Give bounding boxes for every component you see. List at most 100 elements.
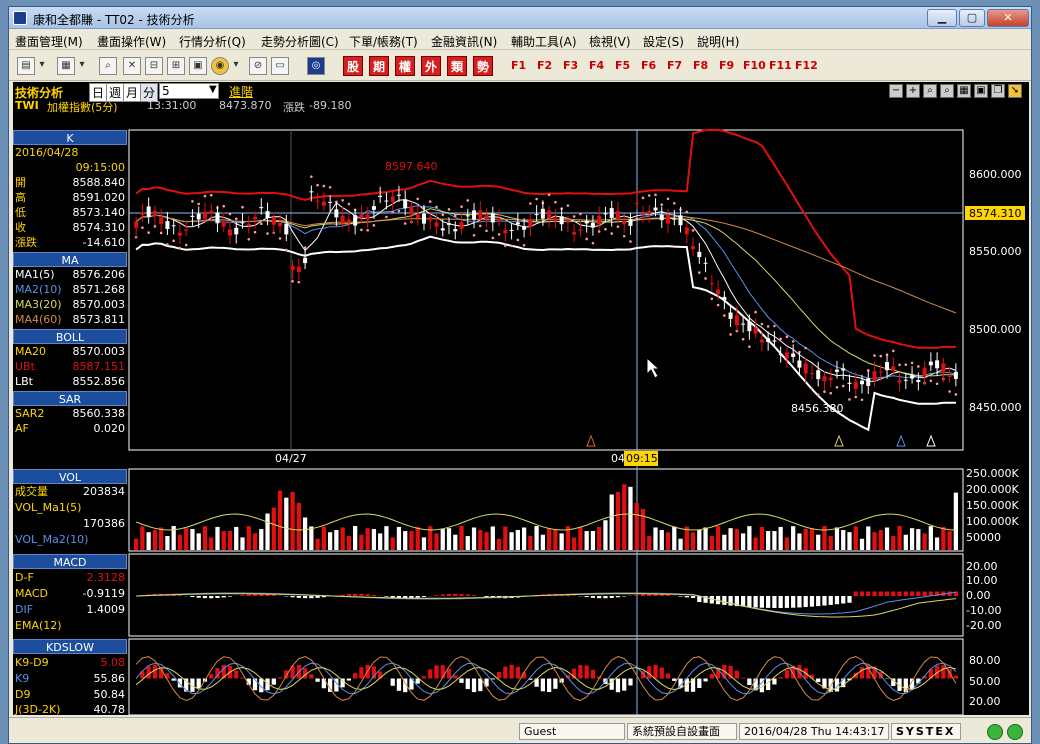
f11-key[interactable]: F11 xyxy=(769,59,792,72)
globe-icon[interactable]: ◉ xyxy=(211,57,229,75)
search-icon[interactable]: ⌕ xyxy=(99,57,117,75)
foreign-button[interactable]: 外 xyxy=(421,56,441,76)
dropdown-arrow-icon[interactable]: ▾ xyxy=(37,57,47,75)
volume-bar xyxy=(384,526,389,550)
volume-bar xyxy=(828,536,833,550)
close-button[interactable]: ✕ xyxy=(987,9,1029,27)
kd-bar xyxy=(740,677,746,679)
menu-screen-manage[interactable]: 畫面管理(M) xyxy=(15,33,83,50)
volume-bar xyxy=(159,527,164,550)
menu-order-account[interactable]: 下單/帳務(T) xyxy=(349,33,418,50)
menu-screen-operate[interactable]: 畫面操作(W) xyxy=(97,33,166,50)
macd-tick-10: 10.00 xyxy=(966,574,998,587)
menu-tools[interactable]: 輔助工具(A) xyxy=(511,33,577,50)
chart-area: 技術分析 日 週 月 分 5 ▼ 進階 TWI 加權指數(5分) 13:31:0… xyxy=(13,82,1029,716)
link-icon[interactable]: ⊘ xyxy=(249,57,267,75)
sar-dot xyxy=(566,204,570,207)
dropdown-arrow-icon[interactable]: ▾ xyxy=(77,57,87,75)
candle xyxy=(390,196,395,202)
candle xyxy=(609,208,614,219)
macd-bar xyxy=(859,591,865,596)
volume-bar xyxy=(584,531,589,550)
candle xyxy=(227,229,232,236)
candle xyxy=(891,366,896,371)
maximize-button[interactable]: ▢ xyxy=(959,9,985,27)
print-icon[interactable]: ▦ xyxy=(57,57,75,75)
dropdown-arrow-icon[interactable]: ▾ xyxy=(231,57,241,75)
volume-bar xyxy=(559,533,564,550)
candle xyxy=(816,370,821,380)
volume-bar xyxy=(734,529,739,550)
split-icon[interactable]: ⊞ xyxy=(167,57,185,75)
kd-bar xyxy=(209,674,214,679)
f8-key[interactable]: F8 xyxy=(693,59,708,72)
sar-dot xyxy=(322,184,326,188)
volume-bar xyxy=(728,528,733,550)
kd-bar xyxy=(152,664,158,679)
sar-dot xyxy=(485,229,488,233)
f7-key[interactable]: F7 xyxy=(667,59,682,72)
menu-view[interactable]: 檢視(V) xyxy=(589,33,631,50)
macd-bar xyxy=(909,591,915,596)
candle xyxy=(321,201,326,206)
sar-dot xyxy=(723,314,726,317)
candle xyxy=(741,323,746,325)
f5-key[interactable]: F5 xyxy=(615,59,630,72)
candle xyxy=(309,191,314,193)
f9-key[interactable]: F9 xyxy=(719,59,734,72)
candle xyxy=(547,210,552,219)
f2-key[interactable]: F2 xyxy=(537,59,552,72)
f6-key[interactable]: F6 xyxy=(641,59,656,72)
macd-bar xyxy=(371,594,377,596)
candle xyxy=(640,213,645,215)
candle xyxy=(303,257,308,264)
sar-dot xyxy=(698,271,701,274)
trend-button[interactable]: 勢 xyxy=(473,56,493,76)
sar-dot xyxy=(172,239,175,243)
f3-key[interactable]: F3 xyxy=(563,59,578,72)
futures-button[interactable]: 期 xyxy=(369,56,389,76)
menu-help[interactable]: 說明(H) xyxy=(697,33,739,50)
menu-trend-chart[interactable]: 走勢分析圖(C) xyxy=(261,33,339,50)
candle xyxy=(941,363,946,374)
kd-bar xyxy=(327,678,333,692)
candle xyxy=(409,206,414,215)
sector-button[interactable]: 類 xyxy=(447,56,467,76)
candle xyxy=(278,222,283,227)
chart-canvas[interactable]: 8600.000 8550.000 8500.000 8450.000 8574… xyxy=(13,82,1029,715)
menu-finance-info[interactable]: 金融資訊(N) xyxy=(431,33,497,50)
volume-bar xyxy=(878,529,883,550)
sar-dot xyxy=(572,215,576,218)
macd-bar xyxy=(215,596,220,598)
logo-icon[interactable]: ◎ xyxy=(307,57,325,75)
volume-bar xyxy=(778,526,783,550)
kd-bar xyxy=(628,678,633,686)
candle xyxy=(415,214,420,219)
minimize-button[interactable]: ▁ xyxy=(927,9,957,27)
stock-button[interactable]: 股 xyxy=(343,56,363,76)
screen-icon[interactable]: ▤ xyxy=(17,57,35,75)
sar-dot xyxy=(748,345,751,349)
close-window-icon[interactable]: ✕ xyxy=(123,57,141,75)
f12-key[interactable]: F12 xyxy=(795,59,818,72)
f1-key[interactable]: F1 xyxy=(511,59,526,72)
layout-icon[interactable]: ⊟ xyxy=(145,57,163,75)
menu-quote-analysis[interactable]: 行情分析(Q) xyxy=(179,33,246,50)
macd-bar xyxy=(884,591,890,596)
menu-settings[interactable]: 設定(S) xyxy=(643,33,684,50)
ma5-line xyxy=(135,199,957,382)
f4-key[interactable]: F4 xyxy=(589,59,604,72)
candle xyxy=(190,215,195,217)
candle xyxy=(259,207,264,209)
candle xyxy=(465,215,470,217)
candle xyxy=(853,381,858,389)
f10-key[interactable]: F10 xyxy=(743,59,766,72)
candle xyxy=(447,223,452,225)
candle xyxy=(834,369,839,372)
calendar-icon[interactable]: ▣ xyxy=(189,57,207,75)
sar-dot xyxy=(816,393,820,396)
monitor-icon[interactable]: ▭ xyxy=(271,57,289,75)
options-button[interactable]: 權 xyxy=(395,56,415,76)
sar-dot xyxy=(153,225,157,228)
volume-bar xyxy=(353,526,358,550)
